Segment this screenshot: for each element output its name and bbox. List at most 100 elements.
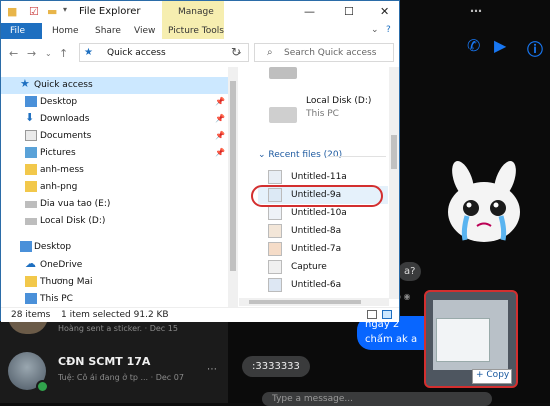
sidebar-item-label: Quick access (34, 80, 93, 90)
documents-icon (25, 130, 37, 141)
file-row-untitled-7a[interactable]: Untitled-7a (258, 240, 388, 258)
sidebar-item-user[interactable]: Thương Mai (1, 274, 229, 291)
ribbon-expand-icon[interactable]: ⌄ (371, 25, 379, 35)
more-options-icon[interactable]: ⋯ (207, 364, 217, 375)
info-icon[interactable]: ⓘ (527, 36, 543, 60)
navigation-pane: ★ Quick access Desktop 📌 ⬇ Downloads 📌 D… (1, 67, 239, 307)
crying-bunny-sticker (448, 160, 520, 242)
file-name: Untitled-8a (291, 226, 342, 236)
drive-icon (25, 218, 37, 225)
message-fragment: a? (398, 262, 422, 281)
address-field[interactable]: ★ Quick access ⌄ (79, 43, 249, 62)
conversation-name: CĐN SCMT 17A (58, 355, 151, 368)
pin-icon[interactable]: 📌 (215, 97, 225, 106)
tab-share[interactable]: Share (95, 26, 121, 36)
snip-preview-window (436, 318, 490, 362)
sidebar-item-this-pc[interactable]: This PC (1, 291, 229, 308)
forward-arrow-icon[interactable]: → (27, 47, 36, 60)
image-file-icon (268, 206, 282, 220)
tab-manage-label: Manage (178, 7, 214, 17)
star-icon: ★ (20, 77, 30, 90)
tab-picture-tools-label: Picture Tools (168, 26, 224, 36)
sidebar-item-pictures[interactable]: Pictures 📌 (1, 145, 229, 162)
scrollbar-thumb[interactable] (230, 81, 236, 271)
user-icon (25, 276, 37, 287)
tab-home[interactable]: Home (52, 26, 79, 36)
content-pane: Local Disk (D:) This PC ⌄ Recent files (… (239, 67, 389, 299)
file-row-untitled-11a[interactable]: Untitled-11a (258, 168, 388, 186)
file-name: Untitled-11a (291, 172, 347, 182)
sidebar-item-dia-vua-tao[interactable]: Dia vua tao (E:) (1, 196, 229, 213)
content-scrollbar[interactable] (389, 67, 399, 299)
close-button[interactable]: ✕ (380, 5, 389, 18)
drive-name[interactable]: Local Disk (D:) (306, 96, 371, 106)
refresh-icon[interactable]: ↻ (231, 45, 241, 59)
section-divider (328, 156, 386, 157)
tab-file-label: File (10, 26, 26, 36)
large-icons-view-icon[interactable] (382, 310, 392, 319)
pictures-icon (25, 147, 37, 158)
sidebar-item-onedrive[interactable]: ☁ OneDrive (1, 257, 229, 274)
cloud-icon: ☁ (25, 257, 36, 270)
qat-dropdown-icon[interactable]: ▾ (63, 5, 67, 14)
image-file-icon (268, 170, 282, 184)
message-input[interactable]: Type a message... (262, 392, 492, 406)
copy-button[interactable]: + Copy (472, 369, 512, 384)
file-name: Capture (291, 262, 327, 272)
sidebar-item-label: Desktop (34, 242, 72, 252)
sidebar-item-desktop-root[interactable]: Desktop (1, 239, 229, 256)
sidebar-item-anh-png[interactable]: anh-png (1, 179, 229, 196)
phone-icon[interactable]: ✆ (467, 36, 480, 55)
more-icon[interactable]: ⋯ (470, 4, 482, 18)
quick-access-star-icon: ★ (84, 47, 93, 58)
sidebar-item-label: Thương Mai (40, 277, 93, 287)
up-arrow-icon[interactable]: ↑ (59, 47, 68, 60)
folder-icon (25, 164, 37, 175)
recent-files-header[interactable]: ⌄ Recent files (20) (258, 150, 342, 160)
folder-icon: ■ (7, 5, 18, 18)
file-row-capture[interactable]: Capture (258, 258, 388, 276)
tab-picture-tools[interactable]: Picture Tools (162, 23, 224, 39)
sidebar-item-anh-mess[interactable]: anh-mess (1, 162, 229, 179)
pin-icon[interactable]: 📌 (215, 131, 225, 140)
new-folder-icon[interactable]: ▬ (47, 5, 57, 18)
sidebar-item-quick-access[interactable]: ★ Quick access (1, 77, 229, 94)
sidebar-item-desktop[interactable]: Desktop 📌 (1, 94, 229, 111)
scrollbar-thumb[interactable] (391, 135, 397, 169)
file-name: Untitled-10a (291, 208, 347, 218)
recent-locations-icon[interactable]: ⌄ (45, 49, 52, 58)
scrollbar-thumb[interactable] (249, 300, 361, 304)
help-icon[interactable]: ? (386, 25, 391, 35)
sidebar-item-documents[interactable]: Documents 📌 (1, 128, 229, 145)
tab-manage[interactable]: Manage (162, 1, 224, 23)
drive-icon (269, 67, 297, 79)
collapse-chevron-icon: ⌄ (258, 150, 269, 160)
desktop-icon (25, 96, 37, 107)
maximize-button[interactable]: ☐ (344, 5, 354, 18)
address-text: Quick access (107, 48, 166, 58)
tab-view[interactable]: View (134, 26, 155, 36)
sidebar-item-label: Downloads (40, 114, 90, 124)
properties-icon[interactable]: ☑ (29, 5, 39, 18)
search-input[interactable]: ⌕ Search Quick access (254, 43, 394, 62)
tab-file[interactable]: File (1, 23, 42, 39)
sidebar-item-downloads[interactable]: ⬇ Downloads 📌 (1, 111, 229, 128)
conversation-item-cdn[interactable]: CĐN SCMT 17A Tuệ: Cô ái đang ở tp ... · … (0, 346, 228, 393)
navigation-scrollbar[interactable] (228, 67, 238, 307)
drive-icon (269, 107, 297, 123)
back-arrow-icon[interactable]: ← (9, 47, 18, 60)
horizontal-scrollbar[interactable] (239, 298, 389, 306)
received-message-bubble[interactable]: :3333333 (242, 356, 310, 377)
search-placeholder: Search Quick access (284, 48, 377, 58)
file-row-untitled-8a[interactable]: Untitled-8a (258, 222, 388, 240)
pin-icon[interactable]: 📌 (215, 148, 225, 157)
sidebar-item-label: Local Disk (D:) (40, 216, 106, 226)
pin-icon[interactable]: 📌 (215, 114, 225, 123)
recent-files-label: Recent files (20) (268, 150, 343, 160)
sidebar-item-label: OneDrive (40, 260, 83, 270)
details-view-icon[interactable] (367, 310, 377, 319)
file-row-untitled-6a[interactable]: Untitled-6a (258, 276, 388, 294)
sidebar-item-local-disk[interactable]: Local Disk (D:) (1, 213, 229, 230)
minimize-button[interactable]: — (304, 5, 315, 18)
video-call-icon[interactable]: ▶ (494, 36, 506, 55)
